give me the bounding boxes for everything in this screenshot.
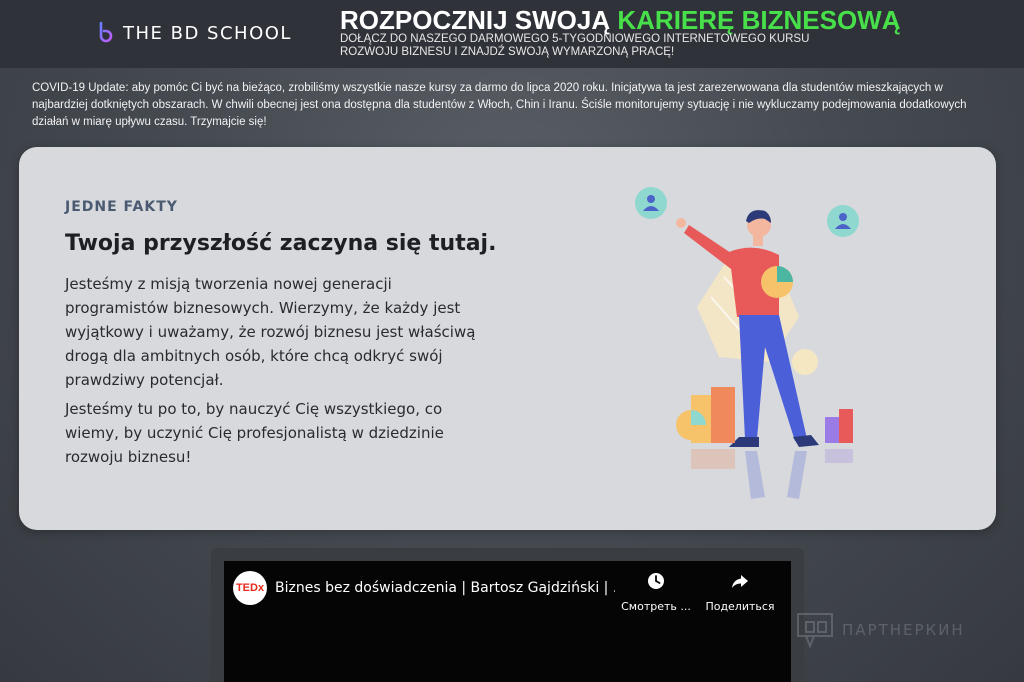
- watch-later-button[interactable]: Смотреть ...: [621, 571, 691, 614]
- watch-later-label: Смотреть ...: [621, 600, 691, 613]
- watermark-logo-icon: [797, 613, 833, 648]
- logo-text: THE BD SCHOOL: [123, 22, 292, 44]
- top-header: THE BD SCHOOL ROZPOCZNIJ SWOJĄ KARIERĘ B…: [0, 0, 1024, 68]
- bd-school-logo-icon: [99, 21, 113, 43]
- hero-subline: DOŁĄCZ DO NASZEGO DARMOWEGO 5-TYGODNIOWE…: [340, 33, 810, 58]
- partnerkin-watermark: ПАРТНЕРКИН: [796, 612, 965, 648]
- share-button[interactable]: Поделиться: [705, 571, 775, 614]
- section-eyebrow: JEDNE FAKTY: [65, 199, 178, 215]
- section-title: Twoja przyszłość zaczyna się tutaj.: [65, 231, 497, 256]
- hero-headline: ROZPOCZNIJ SWOJĄ KARIERĘ BIZNESOWĄ: [340, 5, 901, 35]
- person-illustration: [635, 187, 859, 499]
- video-title[interactable]: Biznes bez doświadczenia | Bartosz Gajdz…: [275, 580, 615, 596]
- watermark-text: ПАРТНЕРКИН: [842, 621, 965, 639]
- share-label: Поделиться: [705, 600, 775, 613]
- headline-accent: KARIERĘ BIZNESOWĄ: [617, 5, 901, 35]
- clock-icon: [648, 573, 664, 589]
- share-arrow-icon: [732, 575, 748, 588]
- facts-card: JEDNE FAKTY Twoja przyszłość zaczyna się…: [19, 147, 996, 530]
- promise-paragraph: Jesteśmy tu po to, by nauczyć Cię wszyst…: [65, 400, 444, 466]
- site-logo[interactable]: THE BD SCHOOL: [97, 19, 292, 47]
- covid-notice: COVID-19 Update: aby pomóc Ci być na bie…: [32, 82, 967, 128]
- mission-paragraph: Jesteśmy z misją tworzenia nowej generac…: [65, 275, 476, 389]
- youtube-embed[interactable]: TEDx Biznes bez doświadczenia | Bartosz …: [224, 561, 791, 682]
- channel-avatar[interactable]: TEDx: [233, 571, 267, 605]
- headline-main: ROZPOCZNIJ SWOJĄ: [340, 5, 611, 35]
